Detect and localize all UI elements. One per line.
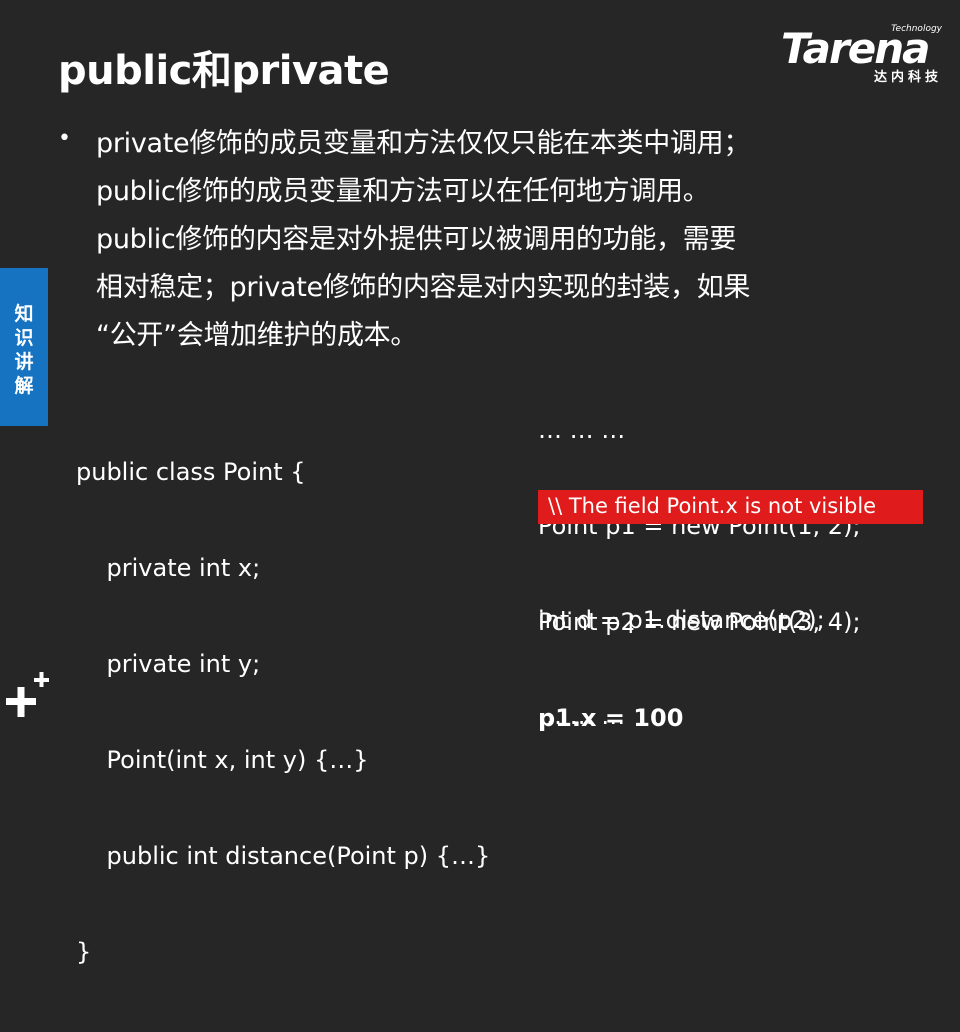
bullet-line: public修饰的内容是对外提供可以被调用的功能，需要 xyxy=(96,224,737,255)
code-line: private int x; xyxy=(76,554,261,582)
slide: public和private Technology Tarena 达内科技 知识… xyxy=(0,0,960,966)
tarena-logo: Technology Tarena 达内科技 xyxy=(775,22,950,86)
side-tab: 知识讲解 xyxy=(0,268,48,426)
code-line: public int distance(Point p) {…} xyxy=(76,842,491,870)
plus-icon xyxy=(6,672,49,717)
code-line: int d = p1.distance(p2); xyxy=(538,606,825,634)
bullet-text: private修饰的成员变量和方法仅仅只能在本类中调用； public修饰的成员… xyxy=(96,120,886,360)
bullet-line: private修饰的成员变量和方法仅仅只能在本类中调用； xyxy=(96,128,751,159)
error-message: \\ The field Point.x is not visible xyxy=(548,494,877,518)
side-tab-label: 知识讲解 xyxy=(14,303,34,397)
code-line: public class Point { xyxy=(76,458,306,486)
code-line: Point(int x, int y) {…} xyxy=(76,746,369,774)
logo-brand: Tarena xyxy=(781,24,930,73)
error-callout: \\ The field Point.x is not visible xyxy=(538,490,923,524)
code-line: … … … xyxy=(538,416,626,444)
logo-brand-cn: 达内科技 xyxy=(873,70,942,85)
bullet-icon: • xyxy=(58,126,71,151)
bullet-line: public修饰的成员变量和方法可以在任何地方调用。 xyxy=(96,176,710,207)
code-line: private int y; xyxy=(76,650,261,678)
slide-title: public和private xyxy=(58,48,390,94)
code-line: } xyxy=(76,938,92,966)
code-line: … … … xyxy=(538,702,626,730)
bullet-line: 相对稳定；private修饰的内容是对内实现的封装，如果 xyxy=(96,272,751,303)
code-block-class: public class Point { private int x; priv… xyxy=(76,392,516,1032)
code-block-usage-continued: int d = p1.distance(p2); … … … xyxy=(538,540,948,796)
